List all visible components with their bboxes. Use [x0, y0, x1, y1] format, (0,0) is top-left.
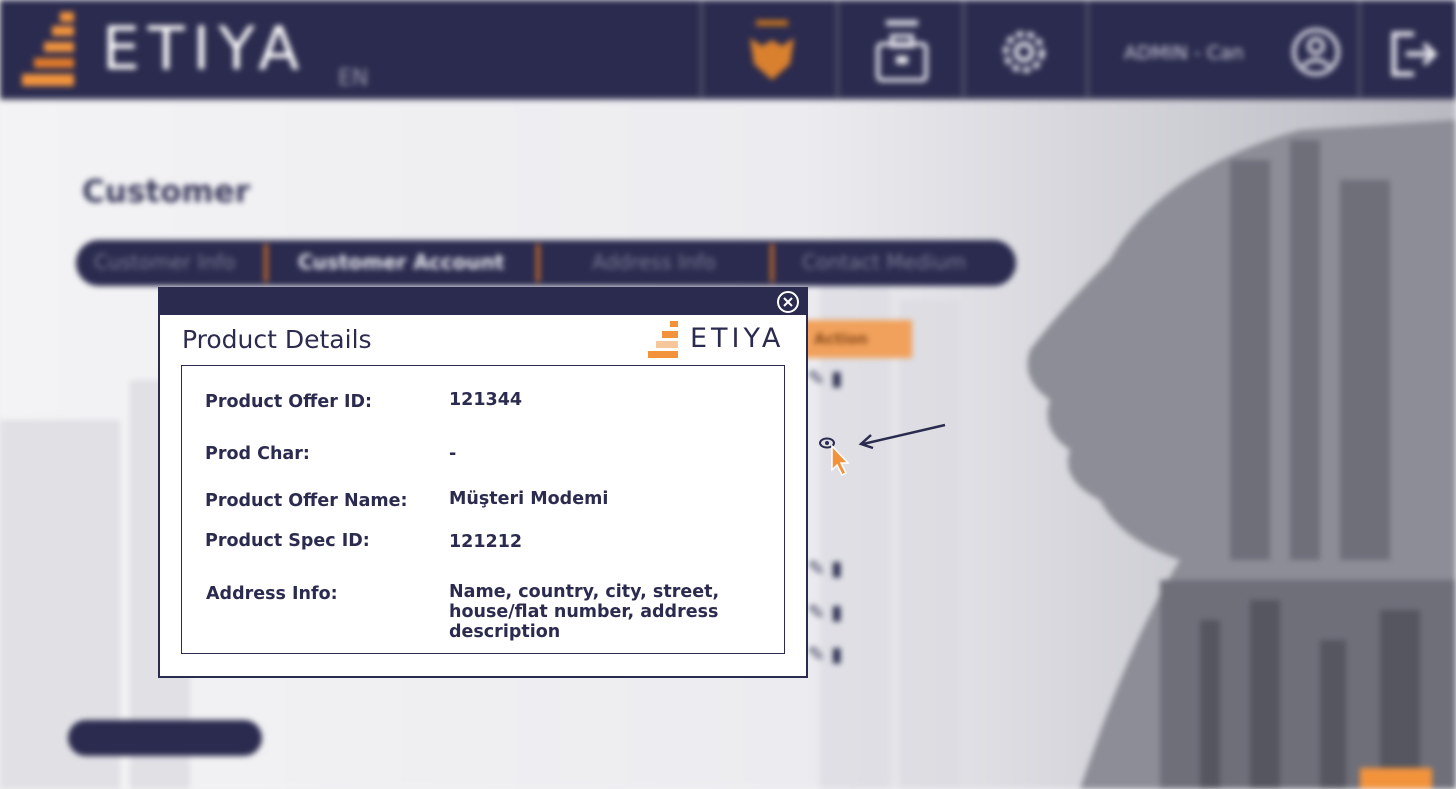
action-column-label: Action: [814, 330, 868, 348]
product-offer-id-label: Product Offer ID:: [205, 392, 372, 412]
prod-char-label: Prod Char:: [205, 444, 310, 464]
orange-corner-element: [1360, 768, 1432, 789]
modal-header-bar: [160, 289, 806, 315]
pointer-arrow-icon: [858, 423, 946, 450]
toolbar-divider: [962, 0, 965, 100]
product-details-modal: Product Details ETIYA Product Offer ID: …: [158, 287, 808, 678]
address-info-label: Address Info:: [206, 584, 338, 604]
fox-logo-icon[interactable]: [742, 16, 802, 86]
product-spec-id-label: Product Spec ID:: [205, 531, 370, 551]
product-offer-id-value: 121344: [449, 390, 523, 410]
logout-icon[interactable]: [1384, 16, 1444, 86]
product-offer-name-value: Müşteri Modemi: [449, 489, 609, 509]
product-details-box: Product Offer ID: 121344 Prod Char: - Pr…: [181, 365, 785, 654]
address-info-value: Name, country, city, street, house/flat …: [449, 582, 720, 642]
page-title: Customer: [82, 174, 251, 210]
tab-customer-account[interactable]: Customer Account: [298, 250, 504, 274]
tab-divider: [264, 244, 268, 282]
customer-tabs: Customer Info Customer Account Address I…: [76, 240, 1016, 286]
etiya-logo-icon: [22, 12, 74, 86]
modal-brand-text: ETIYA: [690, 323, 785, 354]
prod-char-value: -: [449, 444, 457, 464]
tab-divider: [770, 244, 774, 282]
action-column-header: Action: [800, 320, 912, 358]
mouse-cursor-icon: [831, 444, 850, 477]
toolbar-divider: [1086, 0, 1089, 100]
toolbar-divider: [836, 0, 839, 100]
row-action-icons[interactable]: ✎ ▮: [808, 556, 842, 580]
toolbar-divider: [700, 0, 703, 100]
close-circle-icon[interactable]: [774, 290, 802, 314]
settings-gear-icon[interactable]: [994, 16, 1054, 86]
tab-divider: [536, 244, 540, 282]
tab-address-info[interactable]: Address Info: [592, 250, 716, 274]
product-offer-name-label: Product Offer Name:: [205, 491, 408, 511]
product-spec-id-value: 121212: [449, 532, 523, 552]
language-selector[interactable]: EN: [338, 66, 368, 91]
briefcase-icon[interactable]: [872, 16, 932, 86]
brand-logo-text: ETIYA: [102, 14, 308, 84]
modal-title: Product Details: [182, 325, 372, 354]
tab-contact-medium[interactable]: Contact Medium: [802, 250, 966, 274]
create-new-account-button[interactable]: [68, 720, 262, 756]
row-action-icons[interactable]: ✎ ▮: [808, 642, 842, 666]
admin-user-label[interactable]: ADMIN - Can: [1124, 42, 1244, 64]
row-action-icons[interactable]: ✎ ▮: [808, 600, 842, 624]
user-circle-icon[interactable]: [1286, 16, 1346, 86]
row-action-icons[interactable]: ✎ ▮: [808, 366, 842, 390]
top-navigation-bar: ETIYA EN ADMIN - Can: [0, 0, 1456, 100]
toolbar-divider: [1358, 0, 1361, 100]
tab-customer-info[interactable]: Customer Info: [94, 250, 235, 274]
